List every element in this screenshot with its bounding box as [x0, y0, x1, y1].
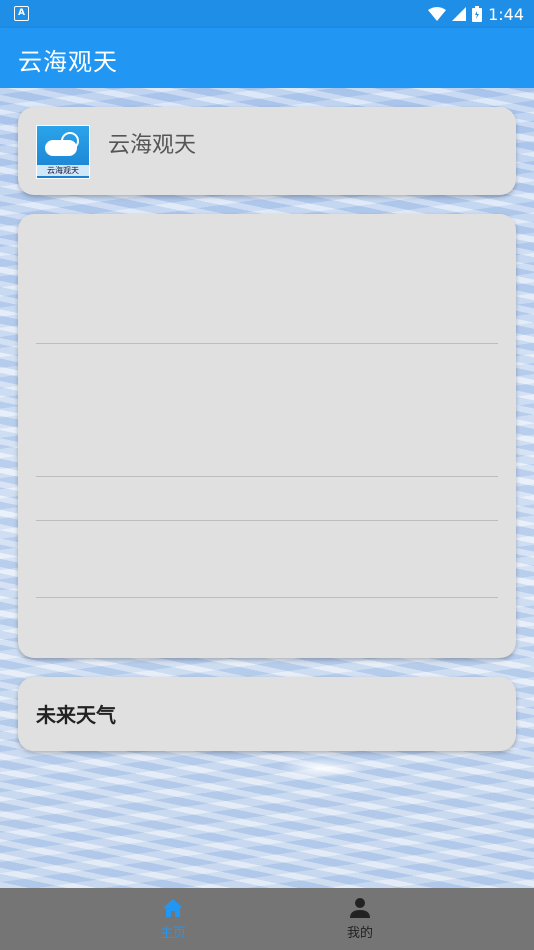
app-bar: 云海观天	[0, 28, 534, 88]
nav-home-label: 主页	[159, 926, 186, 941]
signal-icon	[452, 7, 467, 21]
forecast-card[interactable]: 未来天气	[18, 677, 516, 751]
home-icon	[163, 899, 183, 917]
nav-me[interactable]: 我的	[320, 898, 400, 941]
bottom-nav: 主页 我的	[0, 888, 534, 950]
wifi-icon	[428, 7, 447, 21]
logo-text: 云海观天	[37, 165, 89, 176]
divider	[36, 343, 498, 344]
forecast-title: 未来天气	[36, 703, 116, 727]
clock: 1:44	[488, 4, 524, 24]
cloud-icon	[45, 140, 77, 156]
divider	[36, 520, 498, 521]
header-card: 云海观天 云海观天	[18, 107, 516, 195]
battery-icon	[472, 6, 483, 22]
header-title: 云海观天	[108, 133, 197, 158]
status-icons: 1:44	[428, 3, 524, 25]
divider	[36, 597, 498, 598]
app-logo: 云海观天	[36, 125, 90, 179]
nav-home[interactable]: 主页	[133, 898, 213, 941]
weather-card	[18, 214, 516, 658]
divider	[36, 476, 498, 477]
notification-icon: A	[14, 6, 29, 21]
app-title: 云海观天	[18, 48, 118, 76]
status-bar: A 1:44	[0, 0, 534, 28]
person-icon	[350, 898, 370, 918]
nav-me-label: 我的	[346, 926, 373, 941]
